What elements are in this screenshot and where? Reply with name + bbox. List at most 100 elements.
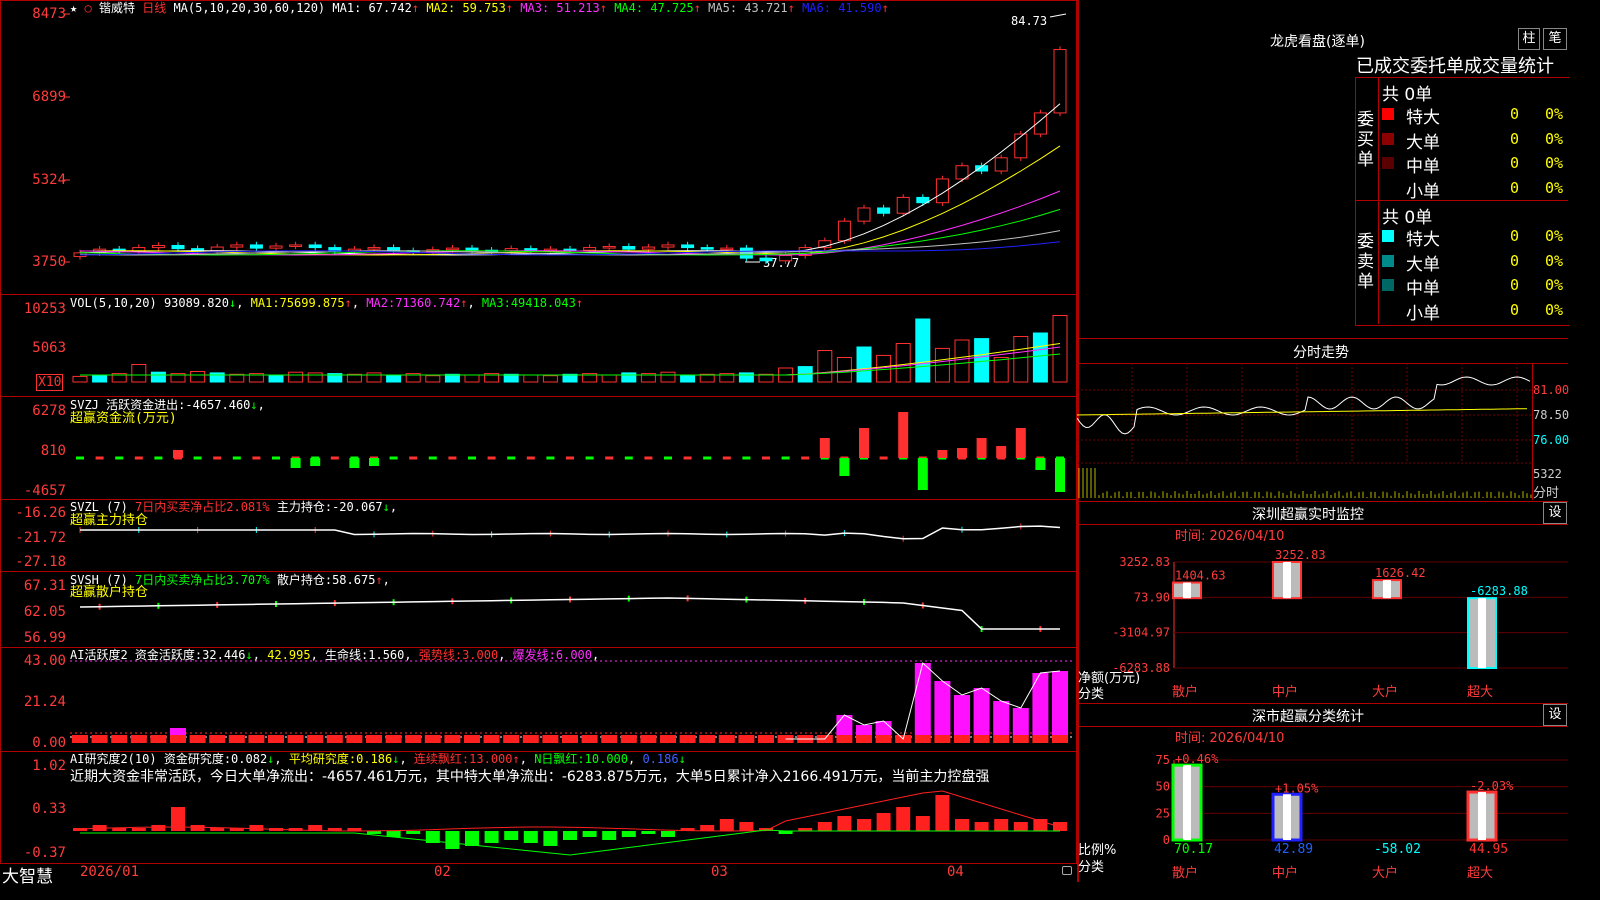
lhb-buy-pct-1: 0% (1545, 129, 1564, 148)
act-base-bar-33 (718, 735, 735, 743)
act-base-bar-43 (914, 735, 931, 743)
svzj-bar-47 (996, 446, 1007, 458)
szm-bar-shine-2 (1383, 580, 1391, 599)
svzj-bar-43 (917, 458, 928, 490)
candle-19 (445, 247, 459, 251)
fs-avg-line (1077, 408, 1528, 416)
svzj-bar-14 (349, 458, 360, 468)
act-base-bar-27 (601, 735, 618, 743)
candlestick-chart[interactable] (0, 0, 1077, 295)
act-mag-bar-41 (875, 721, 892, 735)
lhb-pen-button[interactable]: 笔 (1543, 28, 1567, 50)
lhb-sell-side-label: 委卖单 (1357, 232, 1374, 292)
candle-50 (1053, 49, 1067, 114)
res-bar-26 (582, 831, 597, 837)
svzj-bar-12 (310, 458, 321, 466)
act-base-bar-14 (346, 735, 363, 743)
lhb-col-divider (1378, 77, 1379, 324)
lhb-sell-label-2: 中单 (1406, 279, 1440, 299)
szm-bar-shine-0 (1183, 582, 1191, 599)
act-base-bar-50 (1052, 735, 1068, 743)
act-base-bar-41 (875, 735, 892, 743)
svzj-bar-50 (1055, 458, 1065, 492)
candle-4 (151, 244, 165, 249)
lhb-buy-label-3: 小单 (1406, 181, 1440, 202)
vol-bar-7 (209, 372, 225, 383)
szc-bar-shine-1 (1283, 794, 1291, 840)
vol-bar-4 (150, 371, 166, 383)
vol-bar-30 (660, 371, 676, 383)
svsh-chart[interactable] (0, 571, 1077, 648)
act-base-bar-1 (91, 735, 108, 743)
svzl-chart[interactable] (0, 499, 1077, 572)
svzj-bar-42 (898, 412, 909, 458)
svzl-line (80, 525, 1061, 540)
szm-ytick-0: 3252.83 (1119, 555, 1170, 569)
lhb-bar-button[interactable]: 柱 (1518, 28, 1540, 50)
lhb-buy-pct-0: 0% (1545, 105, 1564, 123)
szm-value-label-1: 3252.83 (1275, 548, 1326, 562)
sz-monitor-settings-button[interactable]: 设 (1543, 502, 1567, 524)
svzj-bar-38 (819, 438, 830, 458)
szc-pct-label-3: -2.03% (1470, 779, 1514, 793)
candle-23 (524, 248, 538, 251)
candle-39 (837, 220, 851, 242)
fenshi-chart[interactable] (1077, 363, 1532, 500)
svsh-line (79, 597, 1060, 630)
act-base-bar-20 (464, 735, 480, 743)
svzj-chart[interactable] (0, 396, 1077, 500)
lhb-sell-count-3: 0 (1510, 300, 1520, 319)
svzj-bar-46 (976, 438, 987, 458)
lhb-tabs[interactable]: 已成交委托单成交量统计 (1356, 52, 1554, 78)
svzj-bar-15 (369, 458, 379, 466)
act-base-bar-29 (640, 735, 657, 743)
szc-category-3: 超大 (1467, 866, 1493, 881)
act-mag-bar-5 (170, 728, 186, 735)
fenshi-title: 分时走势 (1293, 345, 1349, 361)
svzj-bar-44 (937, 450, 948, 458)
sz-monitor-chart: 3252.83 73.90 -3104.97 -6283.88 1404.63 散户 325… (1112, 548, 1568, 700)
szc-value-label-2: -58.02 (1374, 842, 1421, 857)
sz-class-settings-button[interactable]: 设 (1543, 704, 1567, 726)
res-bar-29 (641, 831, 656, 834)
act-base-bar-35 (758, 735, 774, 743)
ai-activity-chart[interactable] (0, 647, 1077, 752)
lhb-sell-pct-3: 0% (1545, 300, 1564, 319)
szm-category-2: 大户 (1372, 684, 1398, 700)
szm-category-3: 超大 (1467, 685, 1493, 700)
vol-bar-11 (288, 371, 304, 383)
candle-41 (877, 207, 891, 214)
volume-chart[interactable] (0, 294, 1077, 397)
szc-ytick-3: 0 (1163, 833, 1170, 847)
res-bar-33 (719, 819, 734, 831)
szm-ytick-1: 73.90 (1134, 590, 1170, 604)
date-label-2: 03 (711, 864, 728, 880)
fs-price-line (1077, 376, 1531, 435)
res-bar-46 (974, 822, 989, 831)
res-bar-24 (543, 831, 558, 846)
fenshi-ytick-1: 78.50 (1533, 408, 1570, 422)
vol-bar-23 (523, 374, 539, 383)
vol-bar-42 (895, 343, 911, 383)
ai-research-chart[interactable] (0, 751, 1077, 864)
szc-value-label-3: 44.95 (1469, 842, 1508, 857)
res-bar-4 (151, 825, 166, 831)
res-bar-44 (935, 795, 950, 831)
vol-ma-line-2 (80, 346, 1061, 376)
vol-bar-40 (856, 346, 872, 383)
res-bar-25 (563, 831, 577, 840)
vol-bar-43 (915, 318, 931, 383)
act-mag-bar-48 (1012, 708, 1029, 735)
lock-icon[interactable] (1062, 866, 1072, 875)
szc-bar-shine-3 (1478, 792, 1486, 840)
act-base-bar-13 (326, 735, 343, 743)
res-bar-21 (484, 831, 499, 843)
res-bar-15 (367, 831, 381, 834)
candle-33 (720, 247, 734, 251)
vol-bar-50 (1052, 315, 1068, 383)
lhb-sell-swatch-2 (1382, 279, 1394, 291)
candle-11 (289, 244, 303, 247)
date-axis (0, 863, 1077, 883)
sz-class-title: 深市超赢分类统计 (1252, 709, 1364, 725)
vol-bar-49 (1032, 332, 1048, 383)
